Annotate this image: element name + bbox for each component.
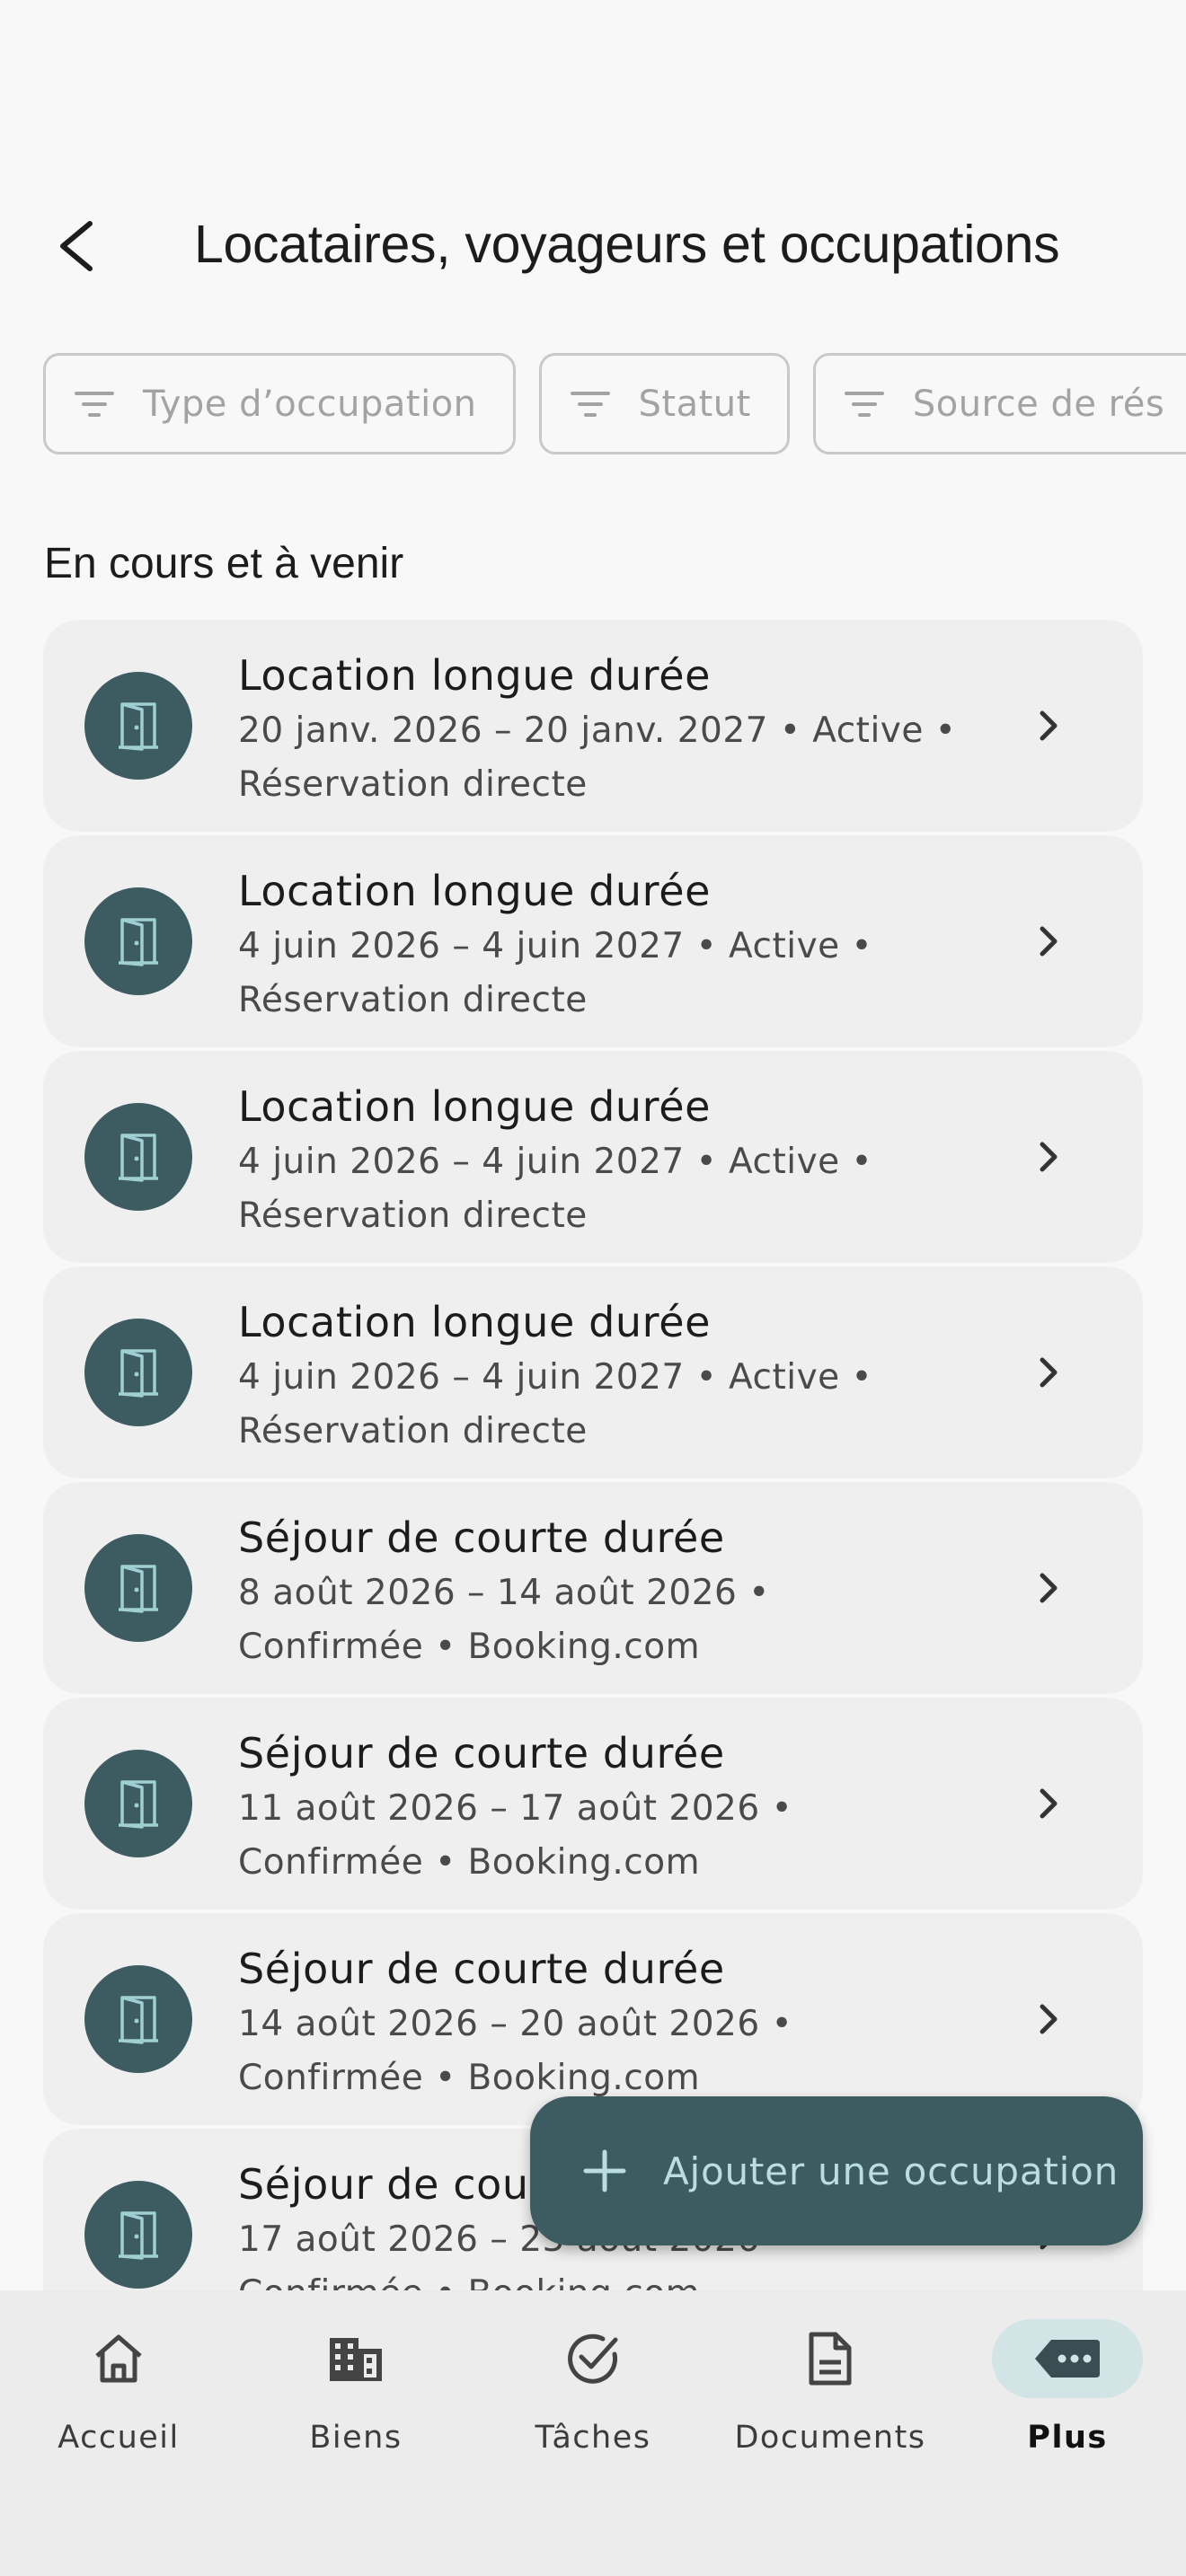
arrow-back-icon [60, 221, 93, 271]
chevron-right-icon [1026, 1349, 1073, 1396]
filter-chip-label: Statut [638, 383, 751, 425]
occupation-details: 11 août 2026 – 17 août 2026 • [238, 1788, 793, 1829]
nav-item-biens[interactable]: Biens [237, 2319, 474, 2472]
occupation-details: 8 août 2026 – 14 août 2026 • [238, 1573, 770, 1613]
chevron-right-icon [1026, 702, 1073, 749]
door-icon [84, 1319, 192, 1426]
nav-label: Plus [1027, 2420, 1108, 2456]
top-app-bar: Locataires, voyageurs et occupations [0, 189, 1186, 296]
filter-chip-row: Type d’occupation Statut Source de rés [43, 353, 1186, 454]
door-icon [84, 887, 192, 995]
building-icon [280, 2319, 431, 2398]
door-icon [84, 1534, 192, 1642]
filter-chip-label: Source de rés [912, 383, 1165, 425]
add-occupation-button[interactable]: Ajouter une occupation [530, 2096, 1143, 2245]
occupation-card[interactable]: Séjour de courte durée 8 août 2026 – 14 … [43, 1482, 1143, 1694]
door-icon [84, 1965, 192, 2073]
occupation-title: Séjour de courte durée [238, 1729, 725, 1778]
occupation-title: Location longue durée [238, 867, 711, 915]
occupation-card[interactable]: Séjour de courte durée 14 août 2026 – 20… [43, 1913, 1143, 2125]
filter-chip-status[interactable]: Statut [538, 353, 790, 454]
bottom-navigation: Accueil Biens Tâches Documents Plus [0, 2290, 1186, 2576]
back-button[interactable] [36, 207, 115, 286]
occupation-source: Confirmée • Booking.com [238, 1842, 701, 1883]
nav-item-plus[interactable]: Plus [949, 2319, 1186, 2472]
occupation-card[interactable]: Location longue durée 4 juin 2026 – 4 ju… [43, 835, 1143, 1047]
occupation-title: Séjour de courte durée [238, 1945, 725, 1993]
occupation-title: Séjour de courte durée [238, 1513, 725, 1562]
occupation-source: Réservation directe [238, 980, 588, 1020]
chevron-right-icon [1026, 1780, 1073, 1827]
occupation-source: Réservation directe [238, 1411, 588, 1451]
nav-item-accueil[interactable]: Accueil [0, 2319, 237, 2472]
occupation-card[interactable]: Location longue durée 20 janv. 2026 – 20… [43, 620, 1143, 832]
page-title: Locataires, voyageurs et occupations [194, 215, 1060, 274]
chevron-right-icon [1026, 1996, 1073, 2042]
occupation-source: Réservation directe [238, 764, 588, 805]
filter-icon [844, 390, 884, 419]
chevron-right-icon [1026, 1565, 1073, 1611]
filter-icon [75, 390, 114, 419]
home-icon [43, 2319, 194, 2398]
more-icon [992, 2319, 1143, 2398]
occupation-list[interactable]: Location longue durée 20 janv. 2026 – 20… [43, 620, 1143, 2290]
door-icon [84, 2181, 192, 2289]
occupation-details: 14 août 2026 – 20 août 2026 • [238, 2004, 793, 2044]
occupation-card[interactable]: Location longue durée 4 juin 2026 – 4 ju… [43, 1266, 1143, 1478]
occupation-details: 4 juin 2026 – 4 juin 2027 • Active • [238, 1357, 873, 1398]
nav-item-taches[interactable]: Tâches [474, 2319, 712, 2472]
nav-item-documents[interactable]: Documents [712, 2319, 949, 2472]
nav-label: Tâches [535, 2420, 651, 2456]
document-icon [755, 2319, 906, 2398]
occupation-card[interactable]: Séjour de courte durée 11 août 2026 – 17… [43, 1698, 1143, 1910]
occupation-title: Location longue durée [238, 1082, 711, 1131]
nav-label: Accueil [58, 2420, 180, 2456]
door-icon [84, 1103, 192, 1211]
door-icon [84, 672, 192, 780]
plus-icon [580, 2147, 629, 2195]
occupation-source: Confirmée • Booking.com [238, 2267, 1029, 2290]
filter-icon [570, 390, 610, 419]
occupation-card[interactable]: Location longue durée 4 juin 2026 – 4 ju… [43, 1051, 1143, 1263]
occupation-details: 20 janv. 2026 – 20 janv. 2027 • Active • [238, 710, 957, 751]
filter-chip-booking-source[interactable]: Source de rés [812, 353, 1186, 454]
occupation-details: 4 juin 2026 – 4 juin 2027 • Active • [238, 926, 873, 966]
door-icon [84, 1750, 192, 1857]
filter-chip-occupation-type[interactable]: Type d’occupation [43, 353, 516, 454]
occupation-source: Réservation directe [238, 1195, 588, 1236]
occupation-details: 4 juin 2026 – 4 juin 2027 • Active • [238, 1142, 873, 1182]
nav-label: Biens [309, 2420, 403, 2456]
chevron-right-icon [1026, 1134, 1073, 1180]
occupation-title: Location longue durée [238, 651, 711, 700]
occupation-title: Location longue durée [238, 1298, 711, 1346]
filter-chip-label: Type d’occupation [143, 383, 477, 425]
chevron-right-icon [1026, 918, 1073, 965]
check-circle-icon [518, 2319, 668, 2398]
add-occupation-label: Ajouter une occupation [663, 2148, 1120, 2193]
screen: Locataires, voyageurs et occupations Typ… [0, 0, 1186, 2576]
section-title: En cours et à venir [44, 540, 404, 587]
nav-label: Documents [734, 2420, 926, 2456]
occupation-source: Confirmée • Booking.com [238, 1627, 701, 1667]
